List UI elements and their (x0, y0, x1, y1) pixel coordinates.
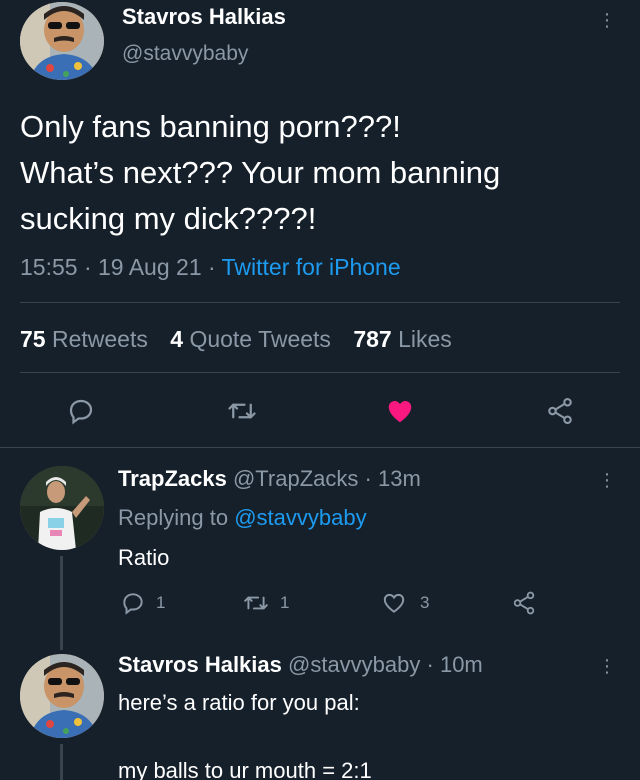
quotes-label: Quote Tweets (189, 326, 331, 352)
thread-line (60, 744, 63, 780)
reply-age[interactable]: · 13m (365, 466, 421, 491)
heart-icon (383, 593, 405, 613)
retweets-count: 75 (20, 326, 46, 352)
likes-stat[interactable]: 787 Likes (353, 326, 451, 352)
author-handle[interactable]: @TrapZacks (233, 466, 358, 491)
meta-separator: · (201, 254, 222, 280)
share-icon (513, 591, 535, 615)
more-vertical-icon[interactable]: ⋮ (597, 468, 617, 492)
share-button[interactable] (510, 590, 538, 616)
author-name[interactable]: Stavros Halkias (118, 652, 282, 677)
reply-icon (123, 593, 143, 615)
tweet-time[interactable]: 15:55 (20, 254, 78, 280)
likes-count: 787 (353, 326, 392, 352)
heart-icon (388, 401, 412, 423)
divider (20, 372, 620, 373)
share-icon (548, 397, 572, 425)
avatar-trapzacks[interactable] (20, 466, 104, 550)
reply-header: TrapZacks @TrapZacks · 13m (118, 466, 421, 492)
retweet-icon (244, 596, 268, 610)
tweet-text-line: Only fans banning porn???! (20, 109, 401, 144)
divider (0, 447, 640, 448)
reply-text: my balls to ur mouth = 2:1 (118, 758, 372, 780)
meta-separator: · (77, 254, 99, 280)
reply-text: here’s a ratio for you pal: (118, 690, 360, 715)
like-button[interactable]: 3 (380, 590, 429, 616)
divider (20, 302, 620, 303)
retweet-count: 1 (280, 593, 290, 612)
retweet-icon (228, 403, 256, 419)
reply-button[interactable]: 1 (120, 590, 165, 616)
replying-to: Replying to @stavvybaby (118, 505, 367, 531)
engagement-stats: 75 Retweets 4 Quote Tweets 787 Likes (20, 326, 468, 353)
replying-prefix: Replying to (118, 505, 229, 530)
retweet-button[interactable] (226, 396, 258, 426)
retweets-stat[interactable]: 75 Retweets (20, 326, 148, 352)
more-vertical-icon[interactable]: ⋮ (597, 8, 617, 32)
avatar-stavros[interactable] (20, 2, 104, 80)
author-handle[interactable]: @stavvybaby (288, 652, 420, 677)
reply-text: Ratio (118, 545, 170, 570)
retweet-button[interactable]: 1 (242, 590, 289, 616)
tweet-source[interactable]: Twitter for iPhone (222, 254, 401, 280)
quotes-stat[interactable]: 4 Quote Tweets (170, 326, 331, 352)
tweet-date[interactable]: 19 Aug 21 (98, 254, 202, 280)
likes-label: Likes (398, 326, 452, 352)
share-button[interactable] (544, 396, 576, 426)
reply-button[interactable] (66, 396, 96, 426)
tweet-meta: 15:55 · 19 Aug 21 · Twitter for iPhone (20, 254, 401, 281)
retweets-label: Retweets (51, 326, 148, 352)
tweet-text-line: What’s next??? Your mom banning (20, 155, 501, 190)
avatar-stavros[interactable] (20, 654, 104, 738)
more-vertical-icon[interactable]: ⋮ (597, 654, 617, 678)
author-name[interactable]: Stavros Halkias (122, 4, 286, 30)
replying-handle[interactable]: @stavvybaby (234, 505, 366, 530)
quotes-count: 4 (170, 326, 184, 352)
reply-header: Stavros Halkias @stavvybaby · 10m (118, 652, 483, 678)
tweet-text-line: sucking my dick????! (20, 201, 317, 236)
author-name[interactable]: TrapZacks (118, 466, 227, 491)
thread-line (60, 556, 63, 650)
reply-age[interactable]: · 10m (427, 652, 483, 677)
author-handle[interactable]: @stavvybaby (122, 42, 248, 66)
tweet-text: Only fans banning porn???! What’s next??… (20, 104, 630, 242)
like-button[interactable] (384, 396, 416, 426)
like-count: 3 (420, 593, 430, 612)
reply-icon (69, 399, 93, 425)
reply-count: 1 (156, 593, 166, 612)
